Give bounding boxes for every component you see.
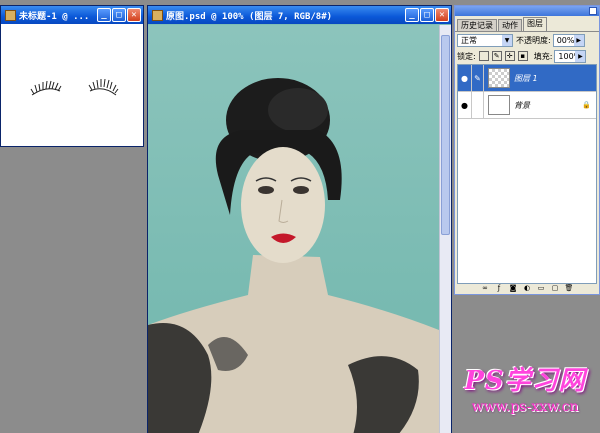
- layer-row-layer1[interactable]: ● ✎ 图层 1: [458, 64, 596, 92]
- lock-icon: 🔒: [582, 101, 591, 109]
- fx-icon[interactable]: ƒ: [495, 283, 504, 292]
- watermark-logo: PS学习网: [464, 366, 586, 396]
- layers-panel[interactable]: 历史记录 动作 图层 正常 ▼ 不透明度: 00% ▶ 锁定: ✎ ✛ ▪ 填充…: [454, 5, 600, 295]
- layer-thumbnail: [488, 95, 510, 115]
- tab-layers[interactable]: 图层: [523, 17, 547, 31]
- photo-canvas[interactable]: [148, 25, 439, 433]
- watermark-url: www.ps-xxw.cn: [471, 399, 579, 415]
- brush-icon[interactable]: ✎: [472, 64, 484, 92]
- panel-tabs: 历史记录 动作 图层: [455, 16, 599, 32]
- portrait-image: [148, 78, 439, 433]
- left-eye: [258, 186, 274, 194]
- main-document-window[interactable]: 原图.psd @ 100% (图层 7, RGB/8#) _ □ ✕: [147, 5, 452, 433]
- scrollbar-thumb[interactable]: [441, 35, 450, 235]
- tab-history[interactable]: 历史记录: [457, 19, 497, 31]
- document-icon: [5, 9, 16, 21]
- layer-list[interactable]: ● ✎ 图层 1 ● 背景 🔒: [457, 64, 597, 284]
- lock-position-icon[interactable]: ✛: [504, 51, 515, 61]
- left-eyelash: [30, 80, 62, 96]
- eye-icon[interactable]: ●: [458, 91, 472, 119]
- blend-row: 正常 ▼ 不透明度: 00% ▶: [455, 32, 599, 48]
- lock-transparency-icon[interactable]: [478, 51, 489, 61]
- watermark: PS学习网 www.ps-xxw.cn: [450, 360, 600, 433]
- opacity-label: 不透明度:: [516, 35, 551, 45]
- layer-name[interactable]: 图层 1: [514, 73, 596, 84]
- minimize-button[interactable]: _: [405, 8, 419, 22]
- opacity-input[interactable]: 00% ▶: [552, 33, 585, 47]
- main-window-titlebar[interactable]: 原图.psd @ 100% (图层 7, RGB/8#) _ □ ✕: [148, 6, 451, 24]
- fill-label: 填充:: [533, 51, 553, 61]
- blend-mode-select[interactable]: 正常 ▼: [457, 33, 513, 47]
- layer-name[interactable]: 背景: [514, 100, 582, 111]
- chevron-down-icon: ▼: [502, 34, 512, 46]
- chevron-right-icon: ▶: [575, 50, 586, 62]
- fill-input[interactable]: 100% ▶: [554, 49, 587, 63]
- layer-row-background[interactable]: ● 背景 🔒: [458, 91, 596, 119]
- right-eye: [293, 186, 309, 194]
- mask-icon[interactable]: ◙: [509, 283, 518, 292]
- main-window-title: 原图.psd @ 100% (图层 7, RGB/8#): [166, 11, 333, 22]
- small-window-titlebar[interactable]: 未标题-1 @ ... _ □ ✕: [1, 6, 143, 24]
- opacity-value: 00%: [556, 35, 575, 45]
- lock-row: 锁定: ✎ ✛ ▪ 填充: 100% ▶: [455, 48, 599, 64]
- maximize-button[interactable]: □: [420, 8, 434, 22]
- adjustment-icon[interactable]: ◐: [523, 283, 532, 292]
- layer-thumbnail: [488, 68, 510, 88]
- close-button[interactable]: ✕: [127, 8, 141, 22]
- panel-titlebar[interactable]: [455, 6, 599, 16]
- maximize-button[interactable]: □: [112, 8, 126, 22]
- blend-mode-value: 正常: [461, 35, 477, 45]
- close-button[interactable]: ✕: [435, 8, 449, 22]
- lock-paint-icon[interactable]: ✎: [491, 51, 502, 61]
- small-window-title: 未标题-1 @ ...: [19, 11, 90, 22]
- small-canvas[interactable]: [2, 25, 142, 145]
- tab-actions[interactable]: 动作: [498, 19, 522, 31]
- brush-slot[interactable]: [472, 91, 484, 119]
- new-layer-icon[interactable]: ▢: [551, 283, 560, 292]
- panel-close-icon[interactable]: [589, 7, 597, 15]
- document-icon: [152, 9, 163, 21]
- group-icon[interactable]: ▭: [537, 283, 546, 292]
- layers-bottom-toolbar: ∞ ƒ ◙ ◐ ▭ ▢ 🗑: [457, 283, 597, 293]
- eyelash-shapes: [30, 78, 119, 96]
- lock-label: 锁定:: [457, 51, 476, 61]
- link-icon[interactable]: ∞: [481, 283, 490, 292]
- small-document-window[interactable]: 未标题-1 @ ... _ □ ✕: [0, 5, 144, 147]
- right-eyelash: [88, 78, 119, 96]
- chevron-right-icon: ▶: [573, 34, 584, 46]
- minimize-button[interactable]: _: [97, 8, 111, 22]
- eye-icon[interactable]: ●: [458, 64, 472, 92]
- lock-all-icon[interactable]: ▪: [517, 51, 528, 61]
- delete-icon[interactable]: 🗑: [565, 283, 574, 292]
- face: [241, 147, 325, 263]
